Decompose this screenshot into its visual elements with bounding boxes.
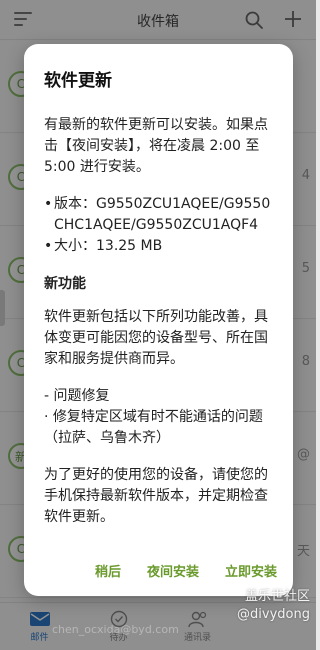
update-intro-text: 有最新的软件更新可以安装。如果点击【夜间安装】，将在凌晨 2:00 至 5:00…	[44, 117, 268, 175]
version-info: • 版本：G9550ZCU1AQEE/G9550CHC1AQEE/G9550ZC…	[44, 194, 275, 236]
version-text: 版本：G9550ZCU1AQEE/G9550CHC1AQEE/G9550ZCU1…	[54, 196, 271, 233]
size-text: 大小：13.25 MB	[54, 238, 163, 254]
dialog-actions: 稍后 夜间安装 立即安装	[24, 557, 293, 584]
night-install-button[interactable]: 夜间安装	[147, 557, 199, 584]
watermark-line-2: @divydong	[237, 607, 310, 622]
faint-watermark: chen_ocxida@byd.com	[52, 623, 179, 636]
later-button[interactable]: 稍后	[95, 557, 121, 584]
watermark-line-1: 盖乐世社区	[244, 589, 310, 604]
size-info: • 大小：13.25 MB	[44, 236, 275, 257]
software-update-dialog: 软件更新 有最新的软件更新可以安装。如果点击【夜间安装】，将在凌晨 2:00 至…	[24, 44, 293, 596]
install-now-button[interactable]: 立即安装	[225, 557, 277, 584]
closing-text: 为了更好的使用您的设备，请使您的手机保持最新软件版本，并定期检查软件更新。	[44, 467, 268, 525]
dialog-title: 软件更新	[44, 71, 112, 91]
fix-item: · 修复特定区域有时不能通话的问题（拉萨、乌鲁木齐）	[44, 409, 263, 446]
features-heading: 新功能	[44, 276, 86, 292]
bullet-dot: •	[44, 238, 53, 254]
community-watermark: 盖乐世社区 @divydong	[237, 588, 310, 624]
bullet-dot: •	[44, 196, 53, 212]
fix-heading: - 问题修复	[44, 388, 110, 404]
features-description: 软件更新包括以下所列功能改善，具体变更可能因您的设备型号、所在国家和服务提供商而…	[44, 309, 268, 367]
